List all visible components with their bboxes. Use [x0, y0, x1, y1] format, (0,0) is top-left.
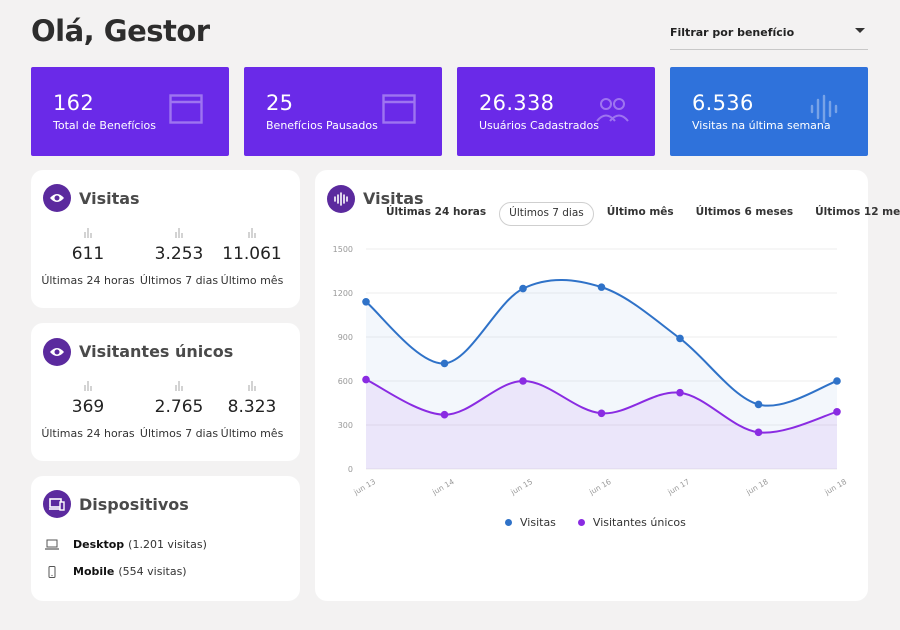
legend-dot [577, 519, 585, 526]
phone-icon [48, 565, 56, 578]
caret-down-icon [855, 28, 865, 33]
legend-item-visitas[interactable]: Visitas [505, 516, 556, 529]
devices-icon [43, 490, 71, 518]
metric-value: 369 [71, 397, 105, 417]
visits-card-title: Visitas [79, 189, 140, 208]
tab-12m[interactable]: Últimos 12 meses [806, 202, 900, 226]
x-tick-label: jun 14 [430, 477, 456, 497]
stat-label: Usuários Cadastrados [479, 119, 599, 132]
x-tick-label: jun 18 [822, 477, 848, 497]
metric-label: Último mês [220, 274, 284, 287]
mini-bars-icon [248, 228, 256, 238]
browser-window-icon [382, 94, 416, 124]
visits-card: Visitas 611 Últimas 24 horas 3.253 Últim… [31, 170, 300, 308]
tab-7d[interactable]: Últimos 7 dias [499, 202, 594, 226]
tab-6m[interactable]: Últimos 6 meses [687, 202, 802, 226]
metric-month: 11.061 Último mês [204, 228, 300, 287]
x-tick-label: jun 16 [587, 477, 613, 497]
eye-icon [43, 338, 71, 366]
metric-24h: 611 Últimas 24 horas [40, 228, 136, 287]
metric-month: 8.323 Último mês [204, 381, 300, 440]
metric-label: Últimas 24 horas [41, 427, 135, 440]
stat-value: 25 [266, 91, 294, 115]
visits-chart-card: Visitas Últimas 24 horas Últimos 7 dias … [315, 170, 900, 601]
y-tick-label: 0 [348, 465, 353, 474]
browser-window-icon [169, 94, 203, 124]
period-tabs: Últimas 24 horas Últimos 7 dias Último m… [377, 202, 900, 226]
mini-bars-icon [84, 228, 92, 238]
eye-icon [43, 184, 71, 212]
chart-legend: Visitas Visitantes únicos [505, 516, 708, 529]
data-point [676, 388, 684, 397]
unique-visitors-card: Visitantes únicos 369 Últimas 24 horas 2… [31, 323, 300, 461]
stat-card-weekly-visits: 6.536 Visitas na última semana [670, 67, 868, 156]
stat-label: Benefícios Pausados [266, 119, 378, 132]
metric-label: Último mês [220, 427, 284, 440]
data-point [754, 428, 763, 437]
y-tick-label: 1500 [333, 245, 353, 254]
sound-wave-icon [810, 94, 838, 124]
greeting-title: Olá, Gestor [31, 14, 210, 48]
data-point [597, 409, 606, 418]
x-tick-label: jun 18 [744, 477, 770, 497]
y-tick-label: 1200 [333, 289, 353, 298]
device-detail: (1.201 visitas) [128, 538, 207, 551]
tab-24h[interactable]: Últimas 24 horas [377, 202, 495, 226]
mini-bars-icon [175, 228, 183, 238]
legend-item-unique[interactable]: Visitantes únicos [577, 516, 686, 529]
data-point [362, 375, 370, 384]
data-point [440, 410, 449, 419]
benefit-filter-select[interactable]: Filtrar por benefício [670, 18, 868, 50]
stat-card-total-benefits: 162 Total de Benefícios [31, 67, 229, 156]
device-row-desktop: Desktop (1.201 visitas) [45, 538, 207, 551]
stat-value: 162 [53, 91, 94, 115]
stat-value: 26.338 [479, 91, 555, 115]
metric-value: 11.061 [222, 244, 282, 264]
unique-visitors-card-title: Visitantes únicos [79, 342, 234, 361]
metric-24h: 369 Últimas 24 horas [40, 381, 136, 440]
data-point [519, 284, 527, 293]
device-name: Desktop [73, 538, 125, 551]
metric-value: 8.323 [227, 397, 277, 417]
legend-dot [505, 519, 512, 526]
y-tick-label: 900 [338, 333, 353, 342]
stat-card-paused-benefits: 25 Benefícios Pausados [244, 67, 442, 156]
device-detail: (554 visitas) [118, 565, 187, 578]
y-tick-label: 300 [338, 421, 353, 430]
stat-card-registered-users: 26.338 Usuários Cadastrados [457, 67, 655, 156]
metric-value: 611 [71, 244, 105, 264]
stat-label: Total de Benefícios [53, 119, 156, 132]
y-tick-label: 600 [338, 377, 353, 386]
devices-card-title: Dispositivos [79, 495, 189, 514]
devices-card: Dispositivos Desktop (1.201 visitas) Mob… [31, 476, 300, 601]
data-point [440, 359, 449, 368]
data-point [362, 298, 370, 306]
mini-bars-icon [84, 381, 92, 391]
laptop-icon [45, 539, 59, 550]
legend-label: Visitantes únicos [592, 516, 686, 529]
x-tick-label: jun 17 [665, 477, 691, 497]
data-point [833, 408, 841, 416]
legend-label: Visitas [520, 516, 556, 529]
sound-wave-icon [327, 185, 355, 213]
data-point [833, 377, 841, 385]
tab-month[interactable]: Último mês [598, 202, 683, 226]
mini-bars-icon [248, 381, 256, 391]
device-row-mobile: Mobile (554 visitas) [45, 565, 187, 578]
users-icon [596, 98, 629, 122]
data-point [519, 377, 527, 385]
mini-bars-icon [175, 381, 183, 391]
x-tick-label: jun 13 [351, 477, 377, 497]
stat-value: 6.536 [692, 91, 754, 115]
data-point [754, 400, 763, 409]
metric-label: Últimas 24 horas [41, 274, 135, 287]
x-tick-label: jun 15 [508, 477, 534, 497]
device-name: Mobile [73, 565, 115, 578]
filter-label: Filtrar por benefício [670, 26, 795, 39]
data-point [597, 283, 606, 291]
data-point [676, 334, 684, 343]
